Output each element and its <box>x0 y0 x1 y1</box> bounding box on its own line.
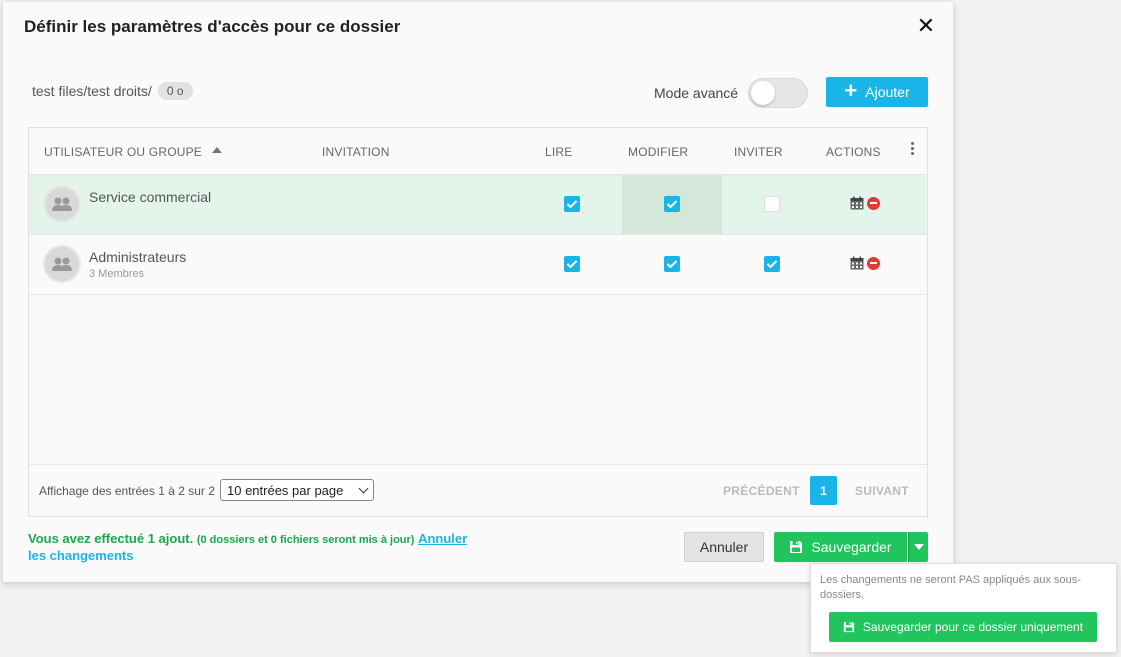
save-options-popover: Les changements ne seront PAS appliqués … <box>810 563 1117 653</box>
cancel-button[interactable]: Annuler <box>684 532 764 562</box>
close-icon[interactable]: ✕ <box>916 15 936 37</box>
popover-warning-text: Les changements ne seront PAS appliqués … <box>820 574 1081 601</box>
row-name: Administrateurs <box>89 249 187 265</box>
advanced-mode: Mode avancé <box>654 78 809 108</box>
changes-summary-main: Vous avez effectué 1 ajout. <box>28 531 194 546</box>
invite-checkbox[interactable] <box>764 196 780 212</box>
save-this-folder-only-button[interactable]: Sauvegarder pour ce dossier uniquement <box>829 612 1097 642</box>
entries-info: Affichage des entrées 1 à 2 sur 2 <box>39 484 215 498</box>
column-header-modify: MODIFIER <box>628 145 689 159</box>
changes-summary: Vous avez effectué 1 ajout. (0 dossiers … <box>28 531 478 564</box>
previous-page-button[interactable]: PRÉCÉDENT <box>723 484 800 498</box>
undo-changes-link[interactable]: Annuler <box>418 531 467 546</box>
group-avatar-icon <box>43 245 81 283</box>
dialog-title: Définir les paramètres d'accès pour ce d… <box>24 17 401 36</box>
page-size-value: 10 entrées par page <box>227 482 344 498</box>
add-button[interactable]: + Ajouter <box>826 77 928 107</box>
folder-size-badge: 0 o <box>157 82 193 100</box>
save-button[interactable]: Sauvegarder <box>774 532 907 562</box>
page-1-button[interactable]: 1 <box>810 476 837 505</box>
save-button-label: Sauvegarder <box>811 539 892 555</box>
undo-changes-link-rest[interactable]: les changements <box>28 548 134 563</box>
group-avatar-icon <box>43 185 81 223</box>
access-settings-dialog: Définir les paramètres d'accès pour ce d… <box>3 2 953 582</box>
read-checkbox[interactable] <box>564 256 580 272</box>
column-header-invite: INVITER <box>734 145 783 159</box>
column-options-icon[interactable] <box>911 142 915 157</box>
save-options-dropdown[interactable] <box>908 532 928 562</box>
table-row[interactable]: Service commercial <box>29 175 927 235</box>
invite-checkbox[interactable] <box>764 256 780 272</box>
read-checkbox[interactable] <box>564 196 580 212</box>
permissions-table: UTILISATEUR OU GROUPE INVITATION LIRE MO… <box>28 127 928 517</box>
plus-icon: + <box>844 78 858 103</box>
row-member-count: 3 Membres <box>89 268 145 280</box>
modify-checkbox[interactable] <box>664 196 680 212</box>
calendar-icon[interactable] <box>850 196 864 210</box>
folder-path-text: test files/test droits/ <box>32 83 152 99</box>
remove-icon[interactable] <box>867 196 880 210</box>
remove-icon[interactable] <box>867 256 880 270</box>
save-this-folder-only-label: Sauvegarder pour ce dossier uniquement <box>862 620 1084 634</box>
sort-ascending-icon <box>212 147 222 153</box>
row-actions <box>850 256 880 270</box>
table-footer: Affichage des entrées 1 à 2 sur 2 10 ent… <box>29 464 927 516</box>
advanced-mode-toggle[interactable] <box>748 78 809 108</box>
floppy-disk-icon <box>790 541 803 553</box>
floppy-disk-icon <box>843 621 855 633</box>
row-name: Service commercial <box>89 189 212 205</box>
toggle-knob <box>751 81 776 105</box>
column-header-user[interactable]: UTILISATEUR OU GROUPE <box>44 145 222 159</box>
modify-checkbox[interactable] <box>664 256 680 272</box>
calendar-icon[interactable] <box>850 256 864 270</box>
table-row[interactable]: Administrateurs 3 Membres <box>29 235 927 295</box>
advanced-mode-label: Mode avancé <box>654 85 739 101</box>
chevron-down-icon <box>358 483 369 493</box>
page-size-select[interactable]: 10 entrées par page <box>220 479 374 501</box>
changes-summary-detail: (0 dossiers et 0 fichiers seront mis à j… <box>196 534 415 546</box>
column-header-user-label: UTILISATEUR OU GROUPE <box>44 145 202 159</box>
next-page-button[interactable]: SUIVANT <box>855 484 909 498</box>
column-header-read: LIRE <box>545 145 573 159</box>
row-actions <box>850 196 880 210</box>
column-header-actions: ACTIONS <box>826 145 881 159</box>
folder-path: test files/test droits/ 0 o <box>32 82 193 100</box>
table-header: UTILISATEUR OU GROUPE INVITATION LIRE MO… <box>29 128 927 175</box>
caret-down-icon <box>913 544 924 550</box>
column-header-invitation: INVITATION <box>322 145 390 159</box>
add-button-label: Ajouter <box>865 84 910 100</box>
